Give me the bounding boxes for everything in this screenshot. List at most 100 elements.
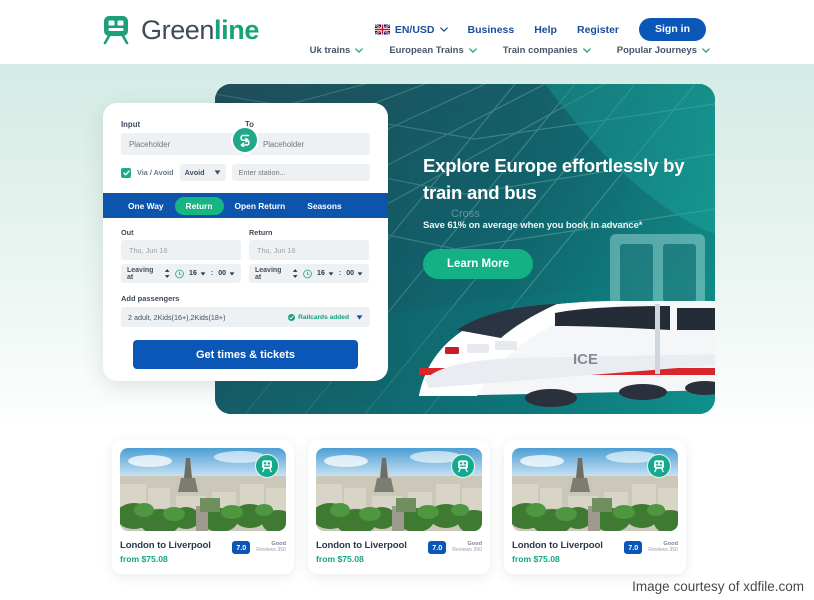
tab-return[interactable]: Return — [174, 196, 224, 215]
route-card-text: London to Liverpool from $75.08 — [512, 540, 624, 564]
route-card[interactable]: London to Liverpool from $75.08 7.0 Good… — [308, 440, 490, 574]
nav-item-label: Uk trains — [309, 45, 351, 56]
return-time-separator: : — [338, 270, 342, 277]
route-card-badge — [255, 454, 279, 478]
railcards-status-label: Railcards added — [298, 313, 349, 321]
primary-nav: Uk trains European Trains Train companie… — [310, 45, 710, 56]
brand-name-part1: Green — [141, 15, 215, 45]
return-group: Return Thu, Jun 16 Leaving at 16: 00 — [249, 228, 369, 283]
nav-link-register[interactable]: Register — [577, 24, 619, 36]
brand-name: Greenline — [141, 14, 259, 46]
route-card-rating-meta: Good Reviews 350 — [648, 541, 678, 553]
route-card-image — [316, 448, 482, 531]
nav-item-uk-trains[interactable]: Uk trains — [310, 45, 364, 56]
return-hour-value: 16 — [317, 270, 325, 277]
outbound-minute-select[interactable]: 00 — [218, 270, 235, 277]
return-minute-value: 00 — [346, 270, 354, 277]
route-card-text: London to Liverpool from $75.08 — [120, 540, 232, 564]
return-date-input[interactable]: Thu, Jun 16 — [249, 240, 369, 260]
passengers-label: Add passengers — [121, 294, 180, 303]
brand-name-part2: line — [214, 15, 259, 45]
return-date-value: Thu, Jun 16 — [257, 245, 296, 255]
route-card-review-count: Reviews 350 — [256, 547, 286, 553]
outbound-time-label: Leaving at — [127, 266, 154, 281]
route-card-rating-badge: 7.0 — [428, 541, 447, 554]
outbound-hour-select[interactable]: 16 — [189, 270, 206, 277]
route-card[interactable]: London to Liverpool from $75.08 7.0 Good… — [504, 440, 686, 574]
get-times-and-tickets-button[interactable]: Get times & tickets — [133, 340, 358, 369]
via-avoid-mode-select[interactable]: Avoid — [179, 164, 226, 181]
outbound-label: Out — [121, 228, 134, 237]
route-card-rating-meta: Good Reviews 350 — [452, 541, 482, 553]
tram-icon — [458, 460, 468, 473]
route-card-review-count: Reviews 350 — [452, 547, 482, 553]
route-card-review-count: Reviews 350 — [648, 547, 678, 553]
swap-arrows-icon — [240, 134, 250, 147]
chevron-down-icon — [702, 48, 710, 53]
language-selector[interactable]: EN/USD — [374, 24, 448, 36]
up-down-stepper-icon[interactable] — [292, 268, 298, 279]
to-station-input[interactable] — [249, 133, 370, 155]
nav-link-business[interactable]: Business — [468, 24, 515, 36]
route-card-badge — [647, 454, 671, 478]
station-fields — [121, 126, 370, 155]
caret-down-icon — [214, 170, 221, 175]
chevron-down-icon — [582, 48, 591, 53]
return-label: Return — [249, 228, 273, 237]
route-card-rating-badge: 7.0 — [624, 541, 643, 554]
nav-item-popular-journeys[interactable]: Popular Journeys — [617, 45, 710, 56]
caret-down-icon — [328, 271, 334, 276]
route-card-price: from $75.08 — [316, 554, 364, 564]
route-card-text: London to Liverpool from $75.08 — [316, 540, 428, 564]
return-time-label: Leaving at — [255, 266, 282, 281]
svg-text:ICE: ICE — [573, 351, 598, 368]
outbound-hour-value: 16 — [189, 270, 197, 277]
tab-one-way[interactable]: One Way — [117, 197, 175, 215]
railcards-status: Railcards added — [288, 313, 349, 321]
sign-in-button[interactable]: Sign in — [639, 18, 706, 41]
outbound-time-separator: : — [210, 270, 214, 277]
route-card-rating-badge: 7.0 — [232, 541, 251, 554]
nav-link-help[interactable]: Help — [534, 24, 557, 36]
via-avoid-checkbox[interactable] — [121, 167, 131, 178]
hero-subtitle: Save 61% on average when you book in adv… — [423, 220, 643, 231]
nav-item-european-trains[interactable]: European Trains — [389, 45, 477, 56]
return-time-row: Leaving at 16 : 00 — [249, 264, 369, 283]
outbound-minute-value: 00 — [218, 270, 226, 277]
route-card-rating-meta: Good Reviews 350 — [256, 541, 286, 553]
hero-train-image: ICE — [419, 301, 715, 407]
route-card-title: London to Liverpool — [512, 540, 603, 551]
site-header: Greenline EN/USD Business Help Register — [0, 0, 814, 64]
swap-stations-button[interactable] — [231, 126, 259, 154]
return-hour-select[interactable]: 16 — [317, 270, 334, 277]
journey-dates: Out Thu, Jun 16 Leaving at 16: 00 Retur… — [121, 228, 370, 283]
return-minute-select[interactable]: 00 — [346, 270, 363, 277]
via-avoid-station-input[interactable] — [231, 164, 370, 181]
up-down-stepper-icon[interactable] — [164, 268, 170, 279]
route-card-image — [512, 448, 678, 531]
tram-icon — [262, 460, 272, 473]
nav-item-label: Popular Journeys — [616, 45, 697, 56]
brand-logo[interactable]: Greenline — [100, 14, 259, 46]
nav-item-train-companies[interactable]: Train companies — [503, 45, 591, 56]
passengers-value: 2 adult, 2Kids(16+),2Kids(18+) — [128, 312, 226, 322]
route-card-price: from $75.08 — [512, 554, 560, 564]
from-label: Input — [121, 120, 141, 129]
outbound-date-input[interactable]: Thu, Jun 16 — [121, 240, 241, 260]
passengers-select[interactable]: 2 adult, 2Kids(16+),2Kids(18+) Railcards… — [121, 307, 370, 327]
clock-icon — [175, 269, 184, 278]
tab-open-return[interactable]: Open Return — [224, 197, 297, 215]
caret-down-icon — [200, 271, 206, 276]
chevron-down-icon — [468, 48, 477, 53]
check-circle-icon — [288, 313, 296, 321]
route-card[interactable]: London to Liverpool from $75.08 7.0 Good… — [112, 440, 294, 574]
route-card-body: London to Liverpool from $75.08 7.0 Good… — [316, 540, 482, 564]
page-root: Greenline EN/USD Business Help Register — [0, 0, 814, 600]
route-card-title: London to Liverpool — [120, 540, 211, 551]
outbound-time-row: Leaving at 16 : 00 — [121, 264, 241, 283]
clock-icon — [303, 269, 312, 278]
from-station-input[interactable] — [121, 133, 245, 155]
watermark-text: Image courtesy of xdfile.com — [632, 579, 804, 594]
route-card-image — [120, 448, 286, 531]
tab-seasons[interactable]: Seasons — [296, 197, 352, 215]
